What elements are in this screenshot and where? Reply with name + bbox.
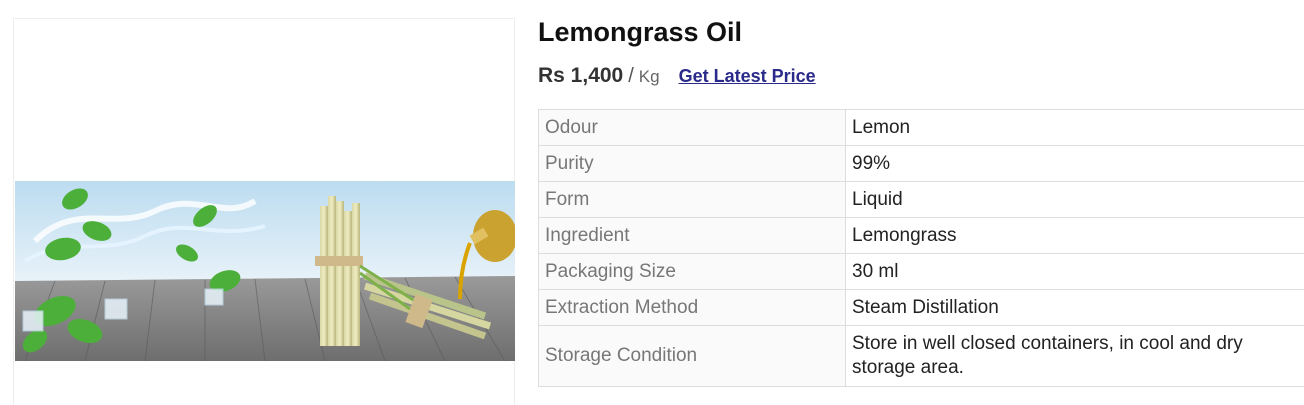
- spec-value: Steam Distillation: [845, 289, 1304, 326]
- get-latest-price-link[interactable]: Get Latest Price: [679, 66, 816, 87]
- table-row: Ingredient Lemongrass: [538, 217, 1304, 254]
- spec-key: Packaging Size: [538, 253, 846, 290]
- spec-value: Lemongrass: [845, 217, 1304, 254]
- spec-value: Store in well closed containers, in cool…: [845, 325, 1304, 387]
- spec-key: Extraction Method: [538, 289, 846, 326]
- price-unit: Kg: [638, 67, 660, 86]
- spec-value: 30 ml: [845, 253, 1304, 290]
- spec-key: Odour: [538, 109, 846, 146]
- product-detail: Lemongrass Oil Rs 1,400 / Kg Get Latest …: [0, 0, 1304, 405]
- spec-key: Ingredient: [538, 217, 846, 254]
- table-row: Extraction Method Steam Distillation: [538, 289, 1304, 326]
- table-row: Storage Condition Store in well closed c…: [538, 325, 1304, 387]
- table-row: Purity 99%: [538, 145, 1304, 182]
- table-row: Odour Lemon: [538, 109, 1304, 146]
- table-row: Packaging Size 30 ml: [538, 253, 1304, 290]
- price-amount: Rs 1,400: [538, 64, 624, 87]
- product-title: Lemongrass Oil: [538, 17, 743, 47]
- product-image-frame: [13, 18, 515, 405]
- spec-value: Lemon: [845, 109, 1304, 146]
- product-image[interactable]: [15, 181, 515, 361]
- spec-value: Liquid: [845, 181, 1304, 218]
- price-separator: /: [628, 65, 634, 87]
- spec-key: Form: [538, 181, 846, 218]
- lemongrass-photo-icon: [15, 181, 515, 361]
- spec-key: Purity: [538, 145, 846, 182]
- table-row: Form Liquid: [538, 181, 1304, 218]
- spec-value: 99%: [845, 145, 1304, 182]
- spec-key: Storage Condition: [538, 325, 846, 387]
- specifications-table: Odour Lemon Purity 99% Form Liquid Ingre…: [538, 109, 1304, 387]
- price-row: Rs 1,400 / Kg Get Latest Price: [538, 64, 816, 92]
